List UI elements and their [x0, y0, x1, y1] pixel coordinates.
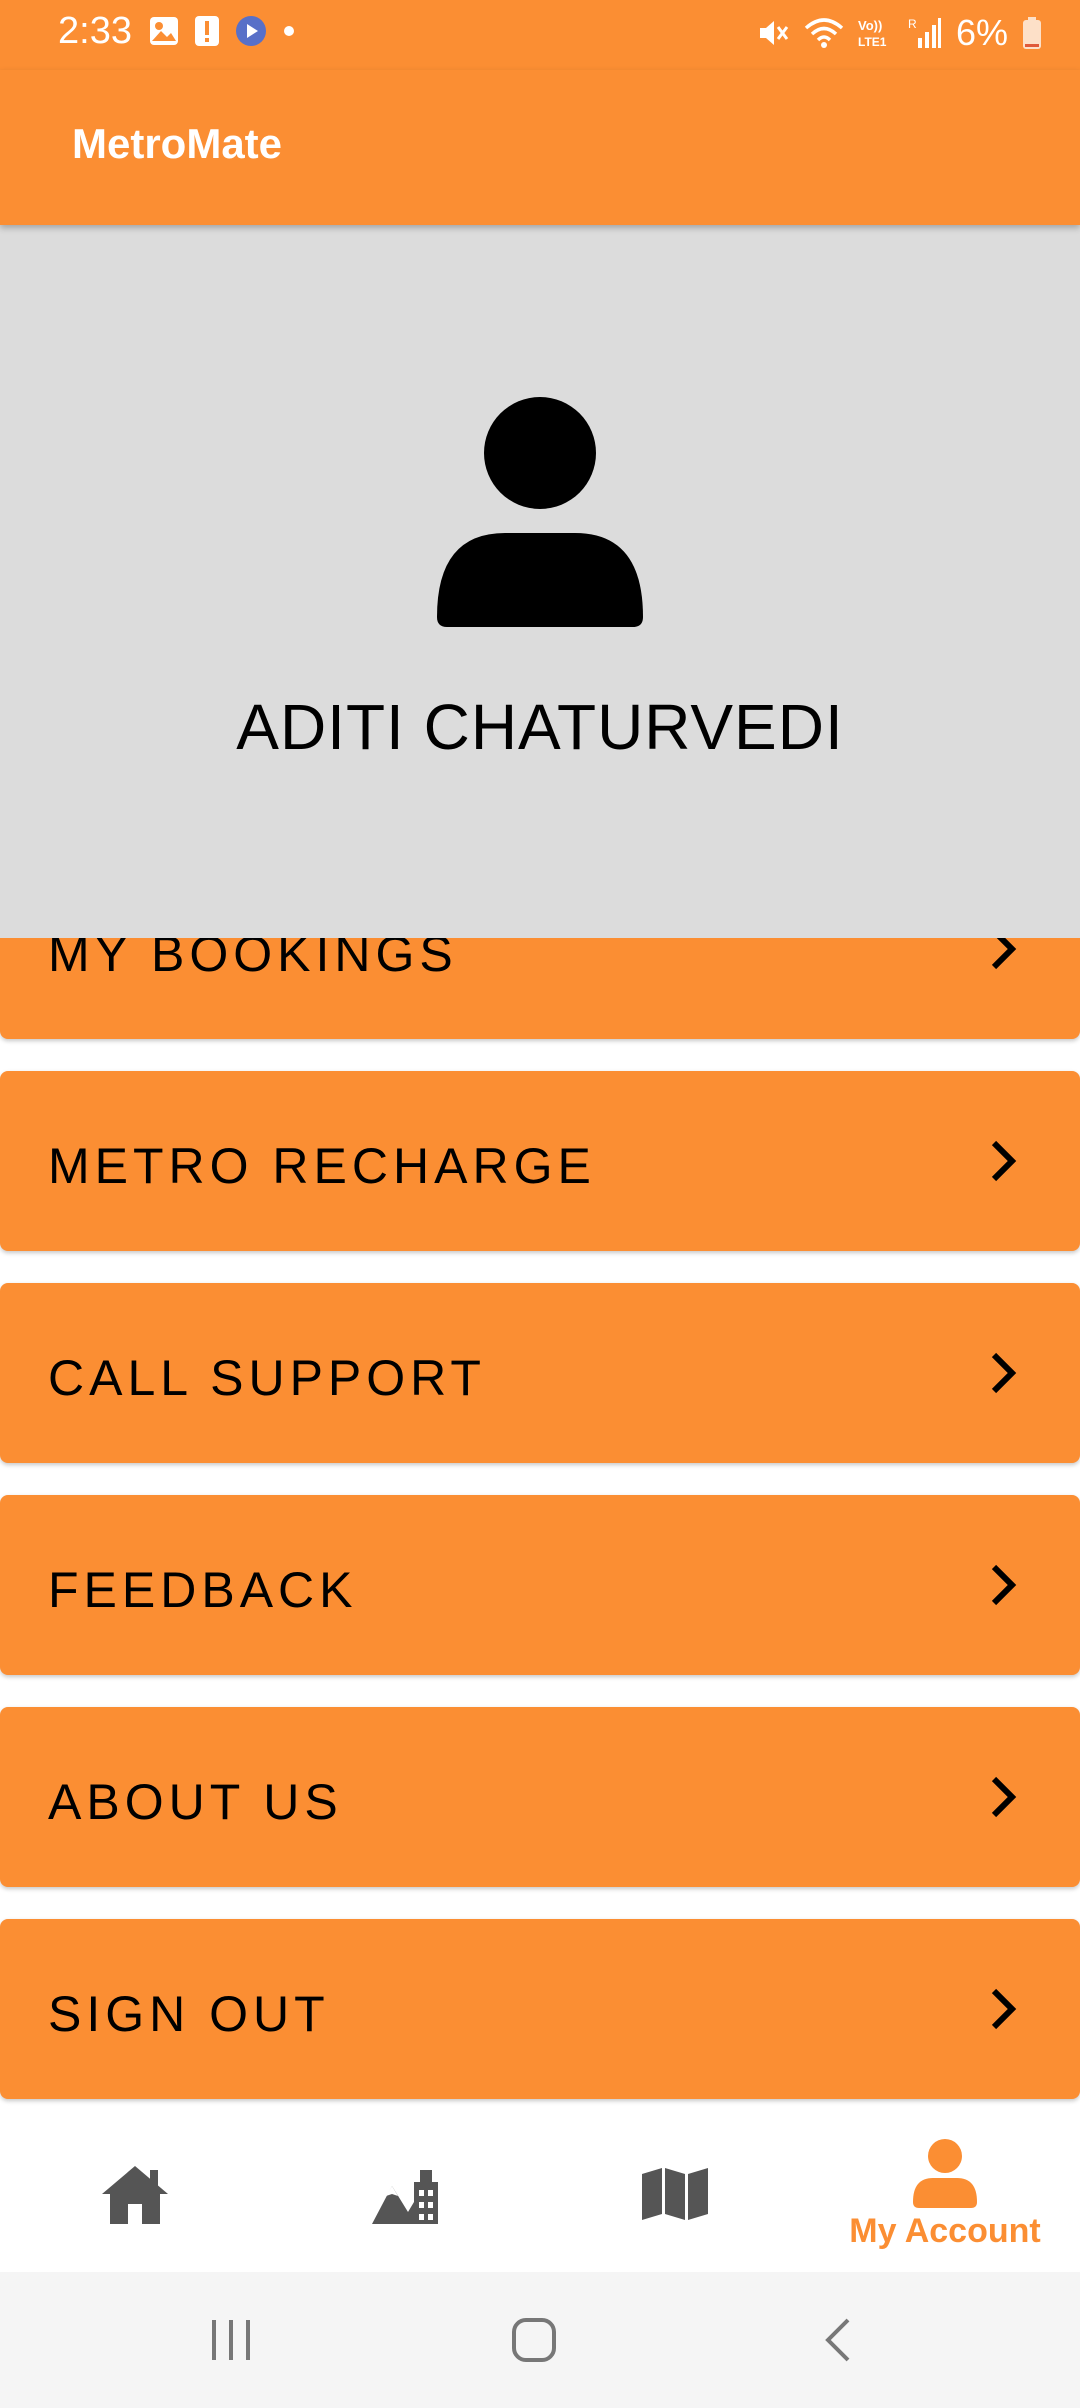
status-time: 2:33	[58, 10, 132, 52]
menu-item-label: SIGN OUT	[48, 1986, 330, 2042]
recents-icon[interactable]	[206, 2318, 256, 2362]
menu-item-label: FEEDBACK	[48, 1562, 358, 1618]
nav-home[interactable]	[0, 2110, 270, 2272]
nav-places[interactable]	[270, 2110, 540, 2272]
app-icon	[236, 16, 266, 46]
home-button-icon[interactable]	[510, 2316, 558, 2364]
account-icon	[913, 2139, 977, 2208]
volte-icon: Vo)) LTE1	[858, 18, 887, 49]
profile-header: ADITI CHATURVEDI	[0, 225, 1080, 938]
app-title: MetroMate	[72, 120, 283, 167]
battery-icon	[1023, 17, 1041, 49]
back-icon[interactable]	[822, 2316, 852, 2364]
mute-icon	[759, 21, 789, 45]
wifi-icon	[804, 18, 844, 48]
system-navigation-bar	[0, 2272, 1080, 2408]
app-bar: MetroMate	[0, 70, 1080, 225]
dot-icon	[284, 26, 294, 36]
chevron-right-icon	[991, 1988, 1017, 2030]
menu-item-label: METRO RECHARGE	[48, 1138, 596, 1194]
map-icon	[642, 2168, 708, 2220]
signal-icon: R	[908, 17, 941, 48]
menu-item-about-us[interactable]: ABOUT US	[0, 1707, 1080, 1887]
nav-my-account[interactable]: My Account	[810, 2110, 1080, 2272]
menu-item-label: ABOUT US	[48, 1774, 343, 1830]
menu-item-call-support[interactable]: CALL SUPPORT	[0, 1283, 1080, 1463]
chevron-right-icon	[991, 1140, 1017, 1182]
chevron-right-icon	[991, 1564, 1017, 1606]
nav-map[interactable]	[540, 2110, 810, 2272]
chevron-right-icon	[991, 1352, 1017, 1394]
image-icon	[150, 17, 178, 45]
city-icon	[372, 2170, 438, 2224]
svg-text:LTE1: LTE1	[858, 35, 887, 49]
nav-label-my-account: My Account	[849, 2212, 1041, 2250]
bottom-navigation: My Account	[0, 2110, 1080, 2272]
svg-text:Vo)): Vo))	[858, 18, 882, 33]
profile-name: ADITI CHATURVEDI	[236, 691, 844, 763]
person-icon	[437, 397, 643, 627]
chevron-right-icon	[991, 1776, 1017, 1818]
home-icon	[102, 2166, 168, 2224]
svg-text:R: R	[908, 17, 917, 31]
alert-icon	[195, 16, 219, 46]
menu-item-label: CALL SUPPORT	[48, 1350, 486, 1406]
battery-percent: 6%	[955, 12, 1008, 53]
menu-item-metro-recharge[interactable]: METRO RECHARGE	[0, 1071, 1080, 1251]
status-bar: 2:33 Vo)) LTE1 R 6%	[0, 0, 1080, 70]
menu-item-feedback[interactable]: FEEDBACK	[0, 1495, 1080, 1675]
menu-item-sign-out[interactable]: SIGN OUT	[0, 1919, 1080, 2099]
